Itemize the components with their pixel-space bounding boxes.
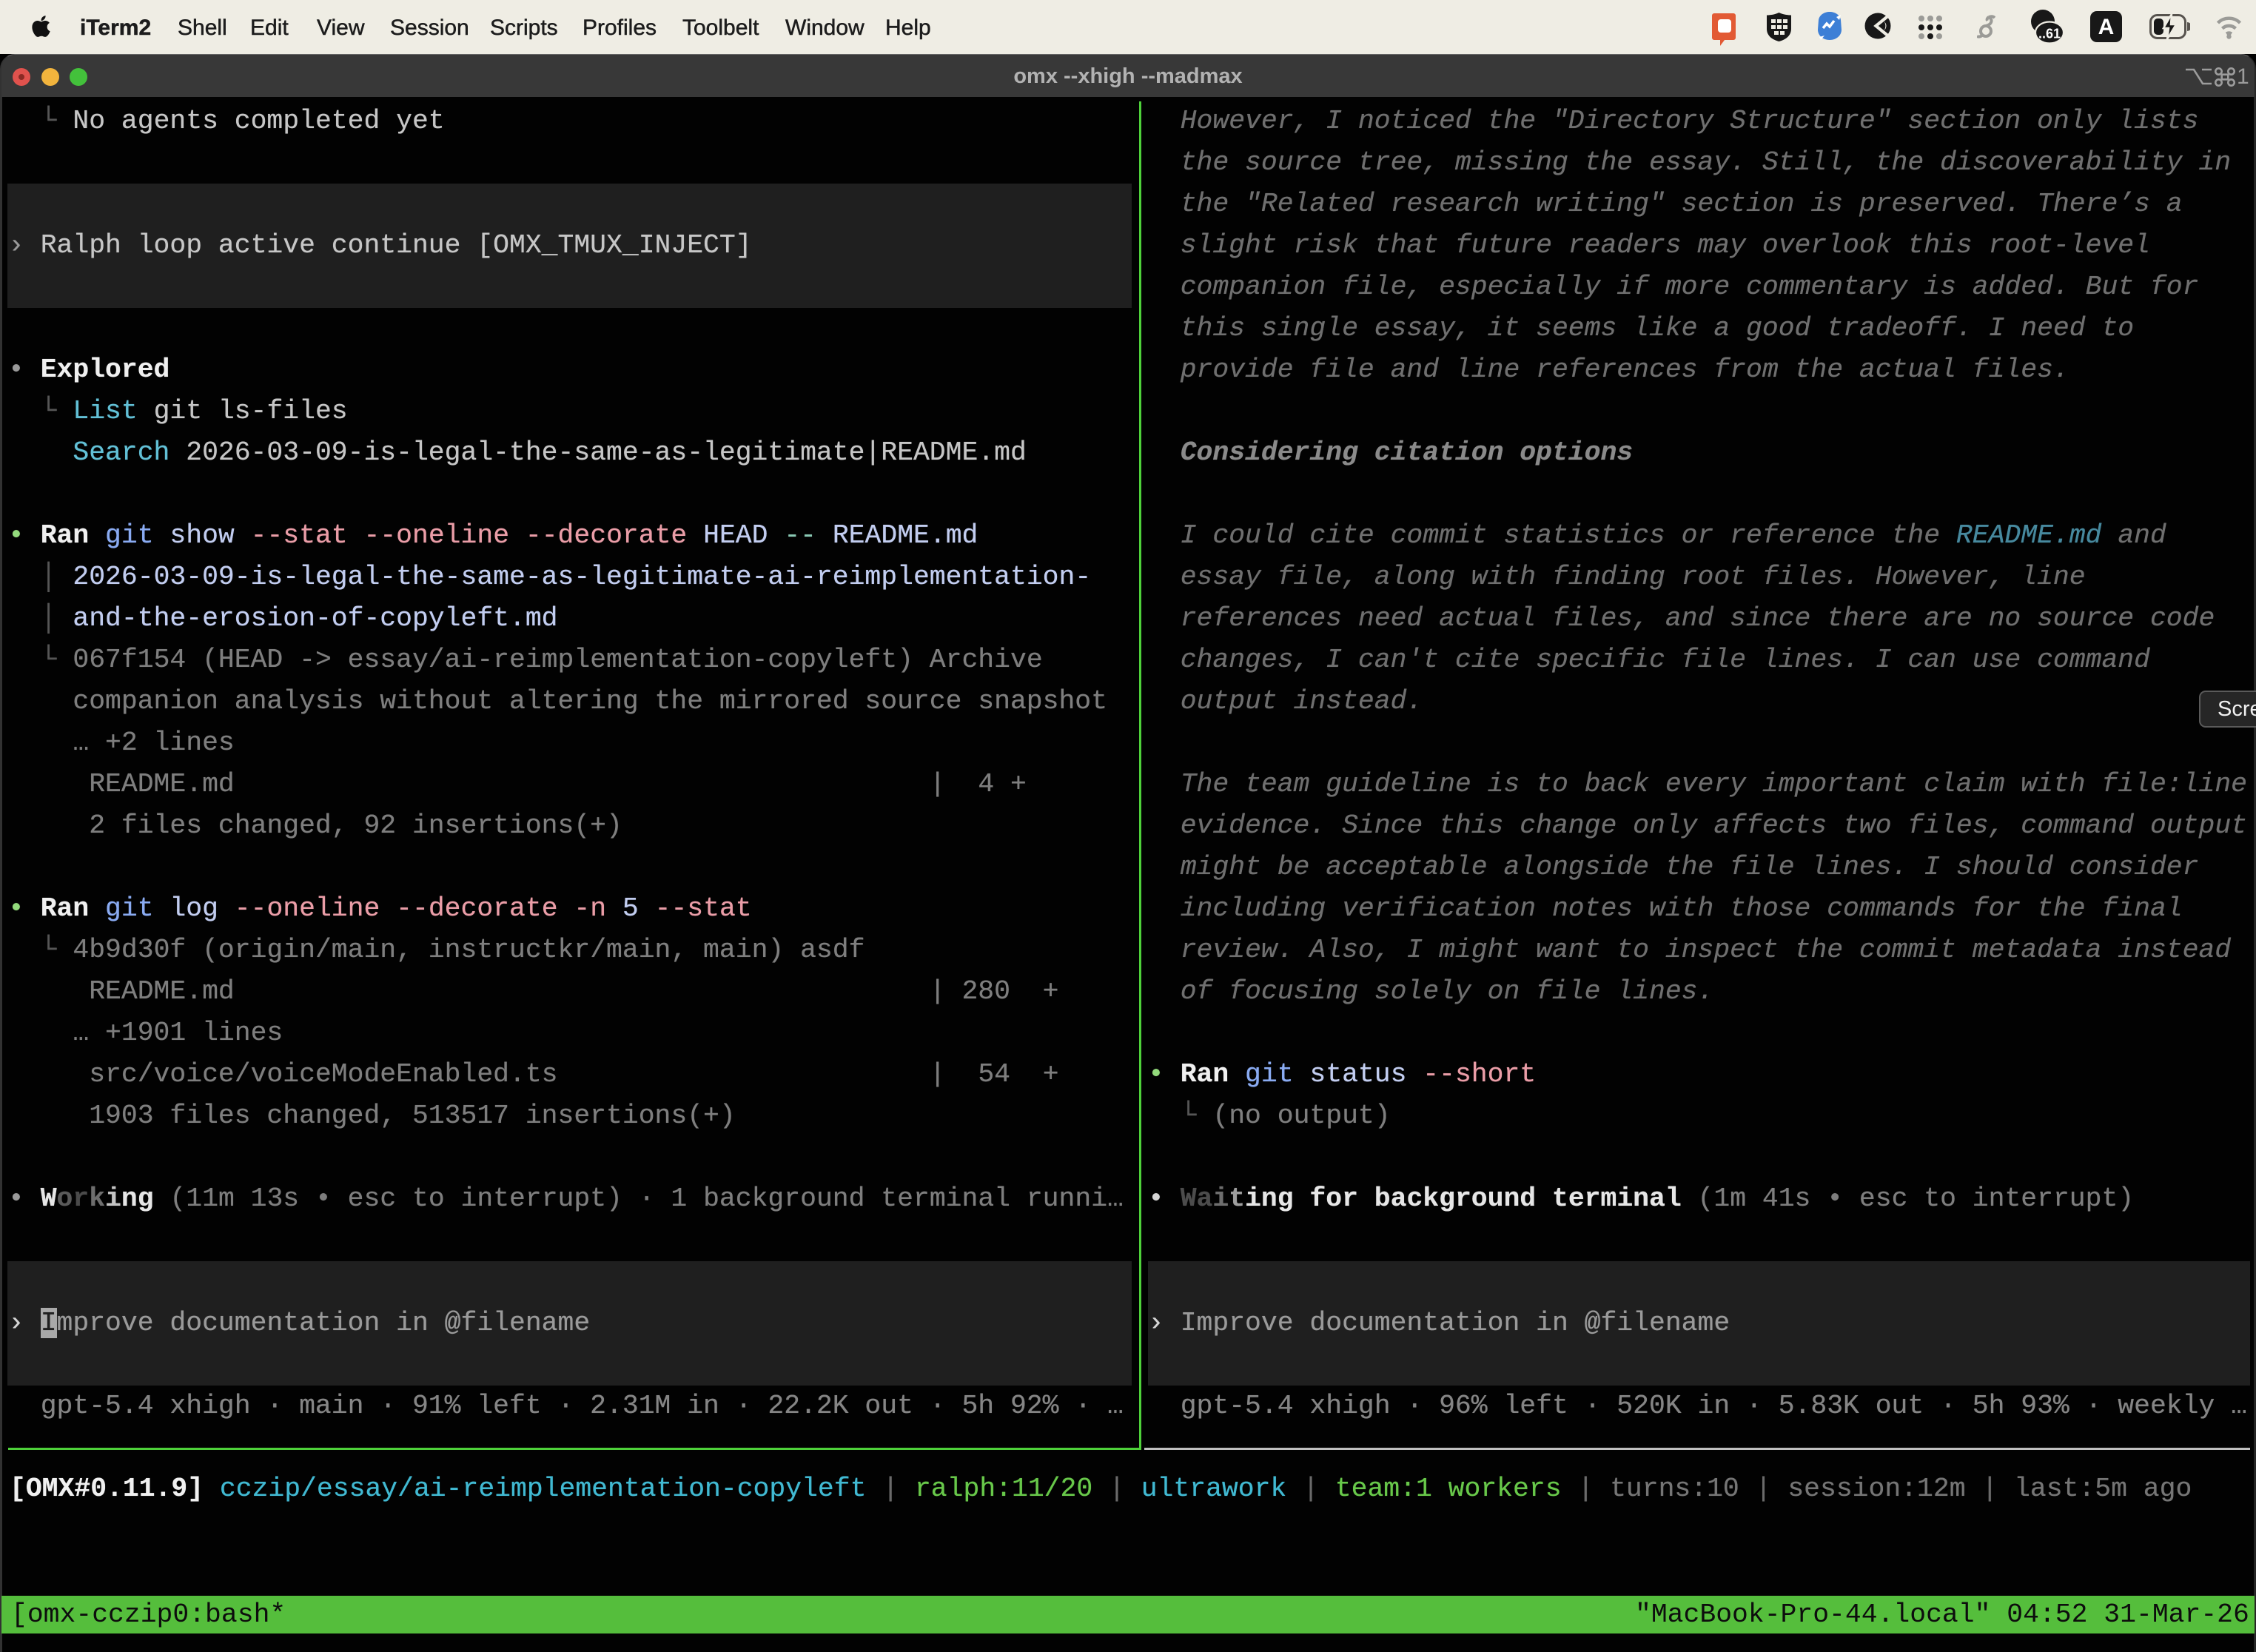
svg-text:..61: ..61 — [2038, 27, 2061, 41]
svg-text:1: 1 — [2237, 64, 2249, 89]
